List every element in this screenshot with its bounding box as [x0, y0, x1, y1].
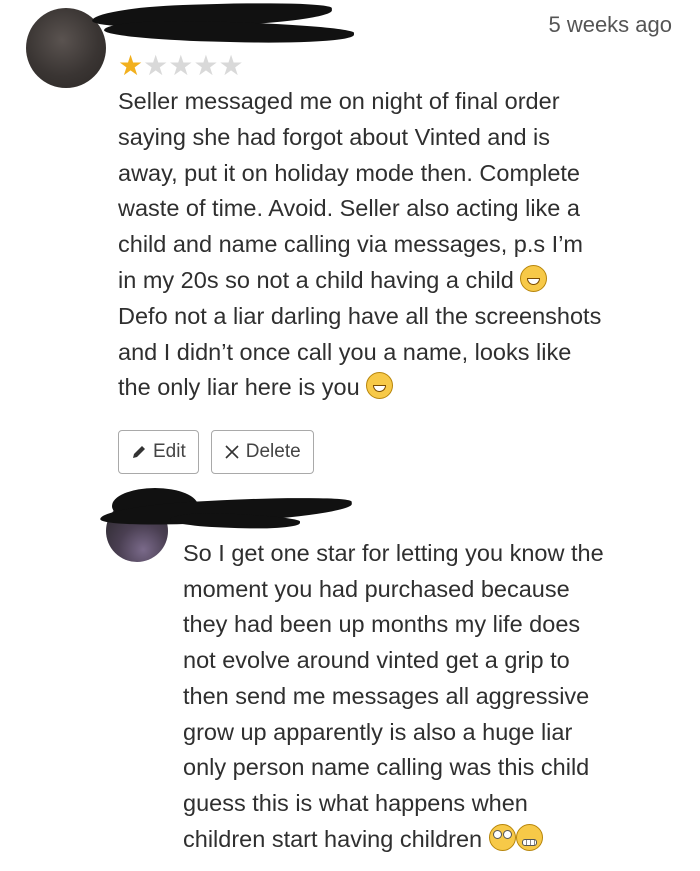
pencil-icon	[131, 444, 147, 460]
reply-line: grow up apparently is also a huge liar	[183, 718, 573, 745]
star-icon-empty: ★	[168, 49, 194, 82]
review-line: in my 20s so not a child having a child	[118, 266, 514, 293]
review-line: Defo not a liar darling have all the scr…	[118, 302, 602, 329]
star-icon-empty: ★	[193, 49, 219, 82]
star-rating: ★ ★ ★ ★ ★	[118, 52, 244, 82]
laughing-emoji-icon	[520, 264, 548, 292]
edit-button[interactable]: Edit	[118, 430, 199, 474]
reply-line: then send me messages all aggressive	[183, 682, 590, 709]
star-icon-filled: ★	[118, 49, 144, 82]
review-line: saying she had forgot about Vinted and i…	[118, 123, 551, 150]
review-line: child and name calling via messages, p.s…	[118, 231, 583, 258]
reply-text: So I get one star for letting you know t…	[183, 536, 683, 857]
reply-line: children start having children	[183, 825, 483, 852]
review-text: Seller messaged me on night of final ord…	[118, 84, 684, 406]
star-icon-empty: ★	[143, 49, 169, 82]
star-icon-empty: ★	[218, 49, 244, 82]
review-line: Seller messaged me on night of final ord…	[118, 88, 560, 114]
reply-line: only person name calling was this child	[183, 754, 590, 781]
delete-button[interactable]: Delete	[210, 430, 314, 474]
delete-label: Delete	[245, 441, 301, 462]
grimacing-emoji-icon	[515, 823, 543, 851]
edit-label: Edit	[153, 441, 186, 462]
review-line: away, put it on holiday mode then. Compl…	[118, 159, 581, 186]
review-timestamp: 5 weeks ago	[548, 12, 672, 37]
eye-roll-emoji-icon	[488, 823, 516, 851]
review-actions: Edit Delete	[118, 430, 314, 474]
review-line: and I didn’t once call you a name, looks…	[118, 338, 572, 365]
laughing-emoji-icon	[366, 372, 394, 400]
reply-line: So I get one star for letting you know t…	[183, 540, 604, 566]
reply-line: they had been up months my life does	[183, 611, 581, 638]
reply-line: moment you had purchased because	[183, 575, 570, 602]
redacted-reviewer-name-2	[103, 18, 355, 46]
review-line: the only liar here is you	[118, 374, 360, 401]
reply-line: not evolve around vinted get a grip to	[183, 647, 570, 674]
close-icon	[224, 444, 240, 460]
reply-line: guess this is what happens when	[183, 789, 528, 816]
review-line: waste of time. Avoid. Seller also acting…	[118, 195, 580, 222]
